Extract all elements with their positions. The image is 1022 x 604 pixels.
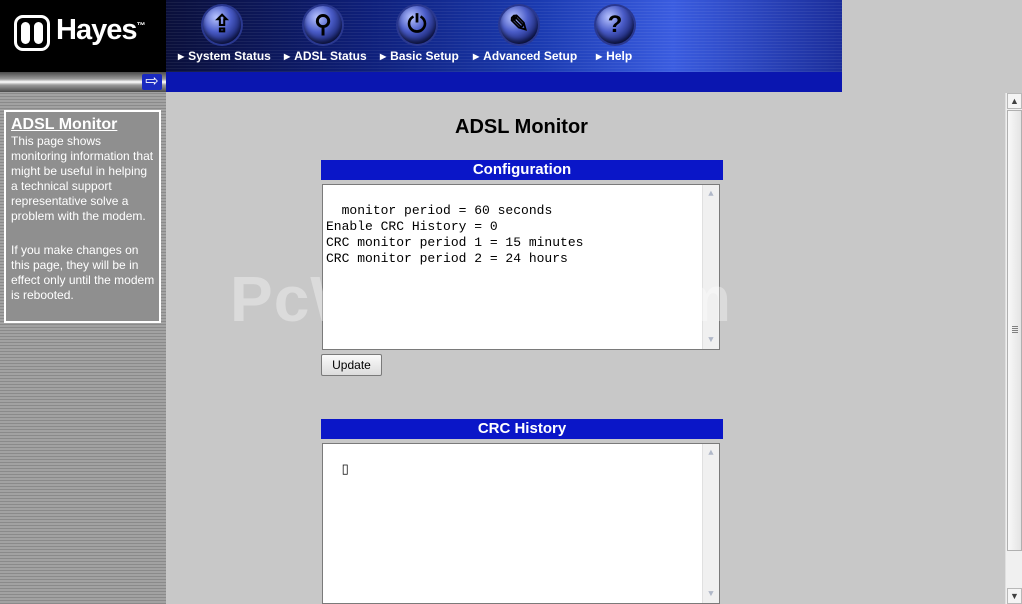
nav-bullet-icon: ▶ [473, 52, 480, 61]
scroll-up-icon[interactable]: ▲ [1007, 93, 1022, 109]
top-nav: ⇪ ▶ System Status ⚲ ▶ ADSL Status ⏻ ▶ Basic… [166, 0, 842, 72]
help-title: ADSL Monitor [11, 116, 118, 133]
grip-icon [1012, 326, 1018, 333]
wrench-icon: ✎ [500, 6, 538, 44]
hayes-logo-icon [14, 15, 50, 51]
scrollbar-thumb[interactable] [1007, 110, 1022, 551]
help-text-2: If you make changes on this page, they w… [11, 243, 155, 302]
crc-history-textarea[interactable]: ▯ ▲ ▼ [322, 443, 720, 604]
folder-icon: ⇪ [203, 6, 241, 44]
sidebar: ADSL Monitor This page shows monitoring … [0, 92, 166, 604]
nav-advanced-setup[interactable]: ✎ ▶ Advanced Setup [470, 0, 580, 72]
nav-bullet-icon: ▶ [178, 52, 185, 61]
page-scrollbar[interactable]: ▲ ▼ [1005, 93, 1022, 604]
configuration-text: monitor period = 60 seconds Enable CRC H… [326, 203, 584, 266]
brand-name: Hayes [56, 14, 137, 46]
crc-history-header: CRC History [321, 419, 723, 439]
help-info-box: ADSL Monitor This page shows monitoring … [4, 110, 161, 323]
scroll-up-icon[interactable]: ▲ [704, 446, 718, 460]
watermark: PcWinTech.com [230, 263, 732, 335]
plug-icon: ⏻ [398, 6, 436, 44]
nav-bullet-icon: ▶ [284, 52, 291, 61]
crc-history-text: ▯ [341, 462, 349, 477]
scroll-up-icon[interactable]: ▲ [704, 187, 718, 201]
nav-adsl-status[interactable]: ⚲ ▶ ADSL Status [281, 0, 373, 72]
nav-help[interactable]: ? ▶ Help [591, 0, 651, 72]
header: Hayes™ ⇪ ▶ System Status ⚲ ▶ ADSL Status ⏻… [0, 0, 842, 72]
help-text-1: This page shows monitoring information t… [11, 134, 154, 223]
crc-history-scrollbar[interactable]: ▲ ▼ [702, 444, 719, 603]
arrow-right-icon: ⇨ [142, 74, 162, 90]
page-title: ADSL Monitor [455, 116, 588, 138]
magnifier-icon: ⚲ [304, 6, 342, 44]
nav-basic-setup[interactable]: ⏻ ▶ Basic Setup [378, 0, 470, 72]
hayes-logo[interactable]: Hayes™ [0, 0, 166, 72]
nav-system-status[interactable]: ⇪ ▶ System Status [174, 0, 271, 72]
update-button[interactable]: Update [321, 354, 382, 376]
scroll-down-icon[interactable]: ▼ [1007, 588, 1022, 604]
trademark: ™ [136, 20, 146, 31]
configuration-header: Configuration [321, 160, 723, 180]
scroll-down-icon[interactable]: ▼ [704, 587, 718, 601]
nav-bullet-icon: ▶ [380, 52, 387, 61]
nav-bullet-icon: ▶ [596, 52, 603, 61]
question-icon: ? [596, 6, 634, 44]
